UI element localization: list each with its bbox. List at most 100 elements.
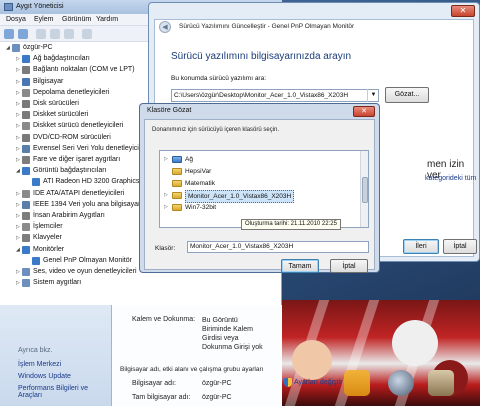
- collapsed-icon[interactable]: ▷: [16, 79, 21, 85]
- expand-icon[interactable]: ▷: [164, 190, 170, 201]
- menu-view[interactable]: Görünüm: [62, 16, 91, 23]
- device-icon: [12, 44, 20, 52]
- globe-tile-icon[interactable]: [388, 370, 414, 396]
- window-title: Aygıt Yöneticisi: [16, 3, 64, 10]
- full-name-value: özgür-PC: [202, 394, 232, 401]
- properties-icon[interactable]: [36, 29, 46, 39]
- tree-item-label: Depolama denetleyicileri: [33, 88, 110, 96]
- menu-file[interactable]: Dosya: [6, 16, 26, 23]
- expanded-icon[interactable]: ◢: [16, 168, 21, 174]
- device-icon: [22, 55, 30, 64]
- collapsed-icon[interactable]: ▷: [16, 101, 21, 107]
- wizard-title: Sürücü Yazılımını Güncelleştir - Genel P…: [179, 23, 355, 30]
- menu-help[interactable]: Yardım: [96, 16, 118, 23]
- path-combobox[interactable]: C:\Users\özgür\Desktop\Monitor_Acer_1.0_…: [171, 89, 379, 102]
- link-windows-update[interactable]: Windows Update: [18, 373, 71, 380]
- folder-icon: [172, 156, 182, 163]
- collapsed-icon[interactable]: ▷: [16, 202, 21, 208]
- tree-item-label: İnsan Arabirim Aygıtları: [33, 212, 105, 219]
- device-icon: [22, 212, 30, 220]
- folder-item[interactable]: ▷ Ağ: [164, 154, 354, 165]
- tree-item-label: Genel PnP Olmayan Monitör: [43, 256, 132, 264]
- pen-touch-value: Bu Görüntü Biriminde Kalem Girdisi veya …: [202, 317, 263, 351]
- device-icon: [22, 122, 30, 131]
- device-icon: [22, 223, 30, 232]
- update-icon[interactable]: [50, 29, 60, 39]
- search-location-label: Bu konumda sürücü yazılımı ara:: [171, 75, 267, 82]
- collapsed-icon[interactable]: [26, 179, 31, 185]
- collapsed-icon[interactable]: ▷: [16, 146, 21, 152]
- back-arrow-icon[interactable]: [4, 29, 14, 39]
- collapsed-icon[interactable]: ▷: [16, 123, 21, 129]
- collapsed-icon[interactable]: ▷: [16, 191, 21, 197]
- folder-item-label: HepsiVar: [185, 168, 212, 175]
- expand-icon[interactable]: ▷: [164, 154, 170, 165]
- folder-tooltip: Oluşturma tarihi: 21.11.2010 22:25: [241, 219, 341, 230]
- collapsed-icon[interactable]: ▷: [16, 112, 21, 118]
- expand-icon[interactable]: ▷: [164, 202, 170, 213]
- collapsed-icon[interactable]: ▷: [16, 235, 21, 241]
- browse-description: Donanımınız için sürücüyü içeren klasörü…: [152, 127, 280, 133]
- collapsed-icon[interactable]: ▷: [16, 67, 21, 73]
- cancel-button[interactable]: İptal: [443, 239, 477, 254]
- chevron-down-icon[interactable]: ▼: [367, 89, 379, 102]
- collapsed-icon[interactable]: ▷: [16, 213, 21, 219]
- tree-item-label: Görüntü bağdaştırıcıları: [33, 167, 107, 175]
- folder-item[interactable]: Matematik: [164, 178, 354, 189]
- tree-item-label: özgür-PC: [23, 44, 53, 51]
- device-icon: [22, 111, 30, 120]
- app-tile-icon[interactable]: [344, 370, 370, 396]
- collapsed-icon[interactable]: ▷: [16, 280, 21, 286]
- forward-arrow-icon[interactable]: [18, 29, 28, 39]
- close-icon[interactable]: ✕: [353, 106, 375, 117]
- tree-item-label: İşlemciler: [33, 223, 63, 231]
- back-arrow-icon[interactable]: ◀: [159, 21, 171, 33]
- browse-button[interactable]: Gözat...: [385, 87, 429, 103]
- menu-action[interactable]: Eylem: [34, 16, 53, 23]
- app-tile-icon[interactable]: [428, 370, 454, 396]
- folder-input[interactable]: Monitor_Acer_1.0_Vistax86_X203H: [187, 241, 369, 253]
- collapsed-icon[interactable]: ▷: [16, 269, 21, 275]
- collapsed-icon[interactable]: ▷: [16, 157, 21, 163]
- browse-folder-dialog: Klasöre Gözat ✕ Donanımınız için sürücüy…: [139, 103, 380, 273]
- tree-item-label: Diskket sürücüleri: [33, 111, 89, 119]
- folder-item-label: Ağ: [185, 156, 193, 163]
- next-button[interactable]: İleri: [403, 239, 439, 254]
- folder-icon: [172, 180, 182, 187]
- tree-item-label: ATI Radeon HD 3200 Graphics (Mi: [43, 178, 152, 186]
- close-icon[interactable]: ✕: [451, 5, 475, 17]
- tree-item-label: Diskket sürücü denetleyicileri: [33, 122, 124, 130]
- expanded-icon[interactable]: ◢: [6, 45, 11, 51]
- folder-item-label: Matematik: [185, 180, 215, 187]
- expanded-icon[interactable]: ◢: [16, 247, 21, 253]
- folder-icon: [172, 204, 182, 211]
- cancel-button[interactable]: İptal: [330, 259, 368, 273]
- collapsed-icon[interactable]: ▷: [16, 224, 21, 230]
- collapsed-icon[interactable]: [26, 258, 31, 264]
- folder-icon: [172, 168, 182, 175]
- help-icon[interactable]: [64, 29, 74, 39]
- folder-item[interactable]: ▷ Win7-32bit: [164, 202, 354, 213]
- tree-item-label: Fare ve diğer işaret aygıtları: [33, 156, 121, 163]
- tree-item-label: Klavyeler: [33, 234, 62, 242]
- folder-item[interactable]: HepsiVar: [164, 166, 354, 177]
- folder-item[interactable]: ▷ Monitor_Acer_1.0_Vistax86_X203H: [164, 190, 354, 203]
- collapsed-icon[interactable]: ▷: [16, 90, 21, 96]
- link-action-center[interactable]: İşlem Merkezi: [18, 361, 61, 368]
- device-icon: [22, 279, 30, 288]
- collapsed-icon[interactable]: ▷: [16, 135, 21, 141]
- tree-item-label: Bağlantı noktaları (COM ve LPT): [33, 66, 135, 74]
- device-icon: [22, 268, 30, 276]
- device-icon: [22, 156, 30, 164]
- scrollbar[interactable]: [360, 151, 368, 227]
- change-settings-link[interactable]: Ayarları değiştir: [294, 379, 343, 386]
- link-performance-info[interactable]: Performans Bilgileri ve Araçları: [18, 385, 111, 399]
- folder-item-label: Win7-32bit: [185, 204, 217, 211]
- tree-item-label: Sistem aygıtları: [33, 279, 82, 287]
- scan-icon[interactable]: [82, 29, 92, 39]
- ok-button[interactable]: Tamam: [281, 259, 319, 273]
- tree-item-label: IDE ATA/ATAPI denetleyicileri: [33, 189, 125, 197]
- device-icon: [22, 100, 30, 108]
- scroll-thumb[interactable]: [362, 177, 368, 203]
- collapsed-icon[interactable]: ▷: [16, 56, 21, 62]
